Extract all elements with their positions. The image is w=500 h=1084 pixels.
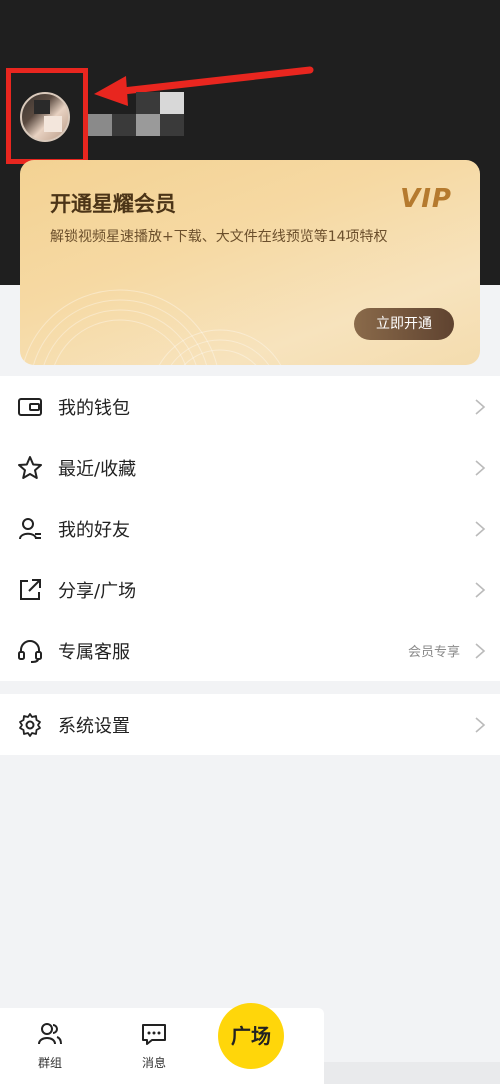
vip-title: 开通星耀会员 [50, 192, 176, 216]
menu-label: 最近/收藏 [58, 458, 137, 480]
wallet-icon [18, 397, 42, 416]
star-icon [18, 455, 42, 479]
chevron-right-icon [475, 398, 486, 415]
chevron-right-icon [475, 716, 486, 733]
menu-label: 专属客服 [58, 641, 130, 663]
open-vip-button[interactable]: 立即开通 [354, 308, 454, 340]
menu-label: 系统设置 [58, 715, 130, 737]
menu-item-customer-service[interactable]: 专属客服 会员专享 [0, 620, 500, 681]
menu-item-share-square[interactable]: 分享/广场 [0, 559, 500, 620]
member-exclusive-tag: 会员专享 [407, 645, 460, 660]
chevron-right-icon [475, 642, 486, 659]
menu-label: 我的钱包 [58, 397, 130, 419]
menu-item-wallet[interactable]: 我的钱包 [0, 376, 500, 437]
settings-section: 系统设置 [0, 694, 500, 755]
tab-messages[interactable]: 消息 [124, 1022, 184, 1071]
annotation-highlight-box [6, 68, 88, 164]
square-center-button[interactable]: 广场 [218, 1003, 284, 1069]
bottom-strip [324, 1062, 500, 1084]
tab-label: 群组 [37, 1056, 62, 1070]
gear-icon [19, 712, 41, 737]
menu-item-friends[interactable]: 我的好友 [0, 498, 500, 559]
friends-icon [19, 517, 41, 539]
chevron-right-icon [475, 459, 486, 476]
chevron-right-icon [475, 581, 486, 598]
menu-item-settings[interactable]: 系统设置 [0, 694, 500, 755]
username-mosaic[interactable] [88, 92, 198, 136]
share-icon [20, 578, 41, 600]
menu-label: 我的好友 [58, 519, 130, 541]
menu-item-recent-favorites[interactable]: 最近/收藏 [0, 437, 500, 498]
chevron-right-icon [475, 520, 486, 537]
headset-icon [18, 639, 42, 663]
vip-subtitle: 解锁视频星速播放+下载、大文件在线预览等14项特权 [50, 229, 388, 245]
menu-label: 分享/广场 [58, 580, 137, 602]
tab-groups[interactable]: 群组 [20, 1022, 80, 1071]
group-icon [38, 1023, 62, 1045]
tab-label: 消息 [141, 1056, 166, 1070]
vip-logo: VIP [400, 184, 452, 214]
message-icon [142, 1024, 166, 1045]
vip-membership-card[interactable]: 开通星耀会员 VIP 解锁视频星速播放+下载、大文件在线预览等14项特权 立即开… [20, 160, 480, 365]
account-menu: 我的钱包 最近/收藏 我的好友 分享/广场 专属客服 会员专享 [0, 376, 500, 681]
